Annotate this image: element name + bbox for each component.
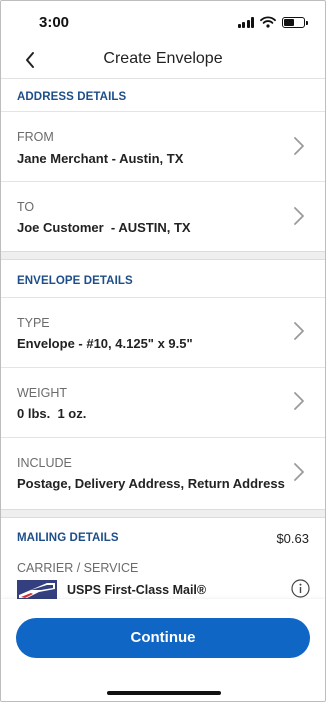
type-value: Envelope - #10, 4.125" x 9.5"	[17, 336, 193, 351]
battery-icon	[282, 16, 308, 28]
from-row[interactable]: FROM Jane Merchant - Austin, TX	[1, 111, 325, 181]
chevron-right-icon	[294, 322, 304, 340]
status-time: 3:00	[39, 14, 70, 31]
postage-amount: $0.63	[276, 531, 309, 546]
to-value: Joe Customer - AUSTIN, TX	[17, 220, 191, 235]
carrier-name: USPS First-Class Mail®	[67, 583, 207, 597]
to-row[interactable]: TO Joe Customer - AUSTIN, TX	[1, 181, 325, 251]
chevron-right-icon	[294, 137, 304, 155]
from-value: Jane Merchant - Austin, TX	[17, 151, 184, 166]
address-details-heading: ADDRESS DETAILS	[17, 91, 127, 103]
from-label: FROM	[17, 130, 54, 144]
nav-header: Create Envelope	[1, 41, 325, 79]
carrier-service-label: CARRIER / SERVICE	[17, 561, 139, 575]
envelope-details-heading: ENVELOPE DETAILS	[17, 275, 133, 287]
envelope-details-header: ENVELOPE DETAILS	[1, 265, 325, 299]
type-row[interactable]: TYPE Envelope - #10, 4.125" x 9.5"	[1, 297, 325, 367]
info-icon[interactable]	[291, 579, 310, 598]
page-title: Create Envelope	[103, 50, 223, 67]
battery-fill	[284, 18, 294, 26]
cellular-signal-icon	[237, 16, 254, 28]
section-divider	[1, 251, 325, 260]
status-icons	[237, 16, 308, 28]
type-label: TYPE	[17, 316, 50, 330]
include-value: Postage, Delivery Address, Return Addres…	[17, 476, 285, 491]
chevron-right-icon	[294, 207, 304, 225]
continue-button[interactable]: Continue	[16, 618, 310, 658]
weight-label: WEIGHT	[17, 386, 67, 400]
wifi-icon	[260, 16, 276, 28]
carrier-service-row: USPS First-Class Mail®	[17, 579, 206, 601]
home-indicator[interactable]	[107, 691, 221, 695]
to-label: TO	[17, 200, 35, 214]
chevron-right-icon	[294, 392, 304, 410]
status-bar: 3:00	[1, 1, 325, 41]
section-divider	[1, 509, 325, 518]
app-screen: 3:00 Create Envelope ADDRESS DETAILS FRO…	[0, 0, 326, 702]
address-details-header: ADDRESS DETAILS	[1, 81, 325, 115]
mailing-details-header: MAILING DETAILS $0.63	[1, 521, 325, 555]
weight-value: 0 lbs. 1 oz.	[17, 406, 87, 421]
include-label: INCLUDE	[17, 456, 72, 470]
include-row[interactable]: INCLUDE Postage, Delivery Address, Retur…	[1, 437, 325, 509]
weight-row[interactable]: WEIGHT 0 lbs. 1 oz.	[1, 367, 325, 437]
chevron-right-icon	[294, 463, 304, 481]
mailing-details-heading: MAILING DETAILS	[17, 532, 119, 544]
usps-eagle-logo	[17, 580, 57, 600]
